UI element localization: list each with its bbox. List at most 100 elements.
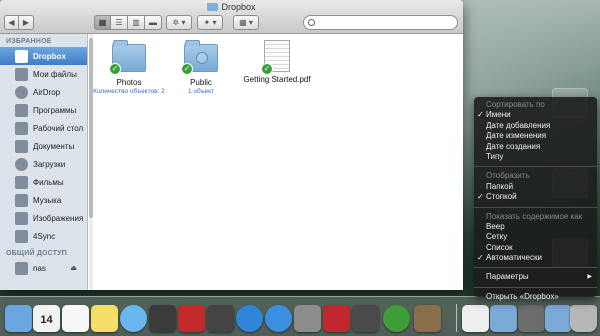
sidebar-item-label: Музыка xyxy=(33,195,62,205)
sidebar-item-dropbox[interactable]: Dropbox xyxy=(0,47,87,65)
menu-item-sort-date-added[interactable]: Дате добавления xyxy=(474,121,597,131)
sidebar-heading-shared: ОБЩИЙ ДОСТУП xyxy=(6,250,67,257)
menu-separator xyxy=(474,286,597,288)
itunes-dock-icon[interactable] xyxy=(236,305,263,332)
file-item-public[interactable]: ✓ Public 1 объект xyxy=(161,40,241,95)
search-input[interactable] xyxy=(303,15,458,30)
system-preferences-dock-icon[interactable] xyxy=(294,305,321,332)
menu-item-label: Папкой xyxy=(486,181,514,191)
all-files-icon xyxy=(15,67,28,81)
applications-folder-dock-icon[interactable] xyxy=(490,305,517,332)
photo-booth-2-dock-icon[interactable] xyxy=(323,305,350,332)
calendar-dock-icon[interactable]: 14 xyxy=(33,305,60,332)
calendar-day: 14 xyxy=(40,314,53,326)
file-item-photos[interactable]: ✓ Photos Количество объектов: 2 xyxy=(89,40,169,95)
document-dock-icon[interactable] xyxy=(462,305,489,332)
archive-dock-icon[interactable] xyxy=(414,305,441,332)
sidebar-item-movies[interactable]: Фильмы xyxy=(0,173,87,191)
dropbox-menu-button[interactable]: ✦ ▾ xyxy=(197,15,223,30)
file-info: 1 объект xyxy=(187,88,215,95)
checkmark-icon: ✓ xyxy=(477,192,484,202)
menu-item-display-stack[interactable]: ✓ Стопкой xyxy=(474,192,597,202)
dropbox-stack-dock-icon[interactable] xyxy=(518,305,545,332)
forward-button[interactable]: ▶ xyxy=(19,15,34,30)
downloads-folder-dock-icon[interactable] xyxy=(545,305,572,332)
menu-item-label: Имени xyxy=(486,110,511,120)
sidebar-item-pictures[interactable]: Изображения xyxy=(0,209,87,227)
file-name: Public xyxy=(190,78,212,87)
menu-item-label: Дате добавления xyxy=(486,120,551,130)
dropbox-icon xyxy=(15,49,28,63)
menu-separator xyxy=(474,267,597,269)
sidebar-item-4sync[interactable]: 4Sync xyxy=(0,227,87,245)
menu-item-label: Параметры xyxy=(486,272,529,282)
utorrent-dock-icon[interactable] xyxy=(383,305,410,332)
trash-dock-icon[interactable] xyxy=(570,305,597,332)
checkmark-icon: ✓ xyxy=(477,110,484,120)
menu-item-label: Стопкой xyxy=(486,192,517,202)
back-button[interactable]: ◀ xyxy=(4,15,19,30)
sidebar-item-applications[interactable]: Программы xyxy=(0,101,87,119)
sidebar-item-nas[interactable]: nas ⏏ xyxy=(0,259,87,277)
finder-dock-icon[interactable] xyxy=(5,305,32,332)
applications-icon xyxy=(15,103,28,117)
menu-item-view-fan[interactable]: Веер xyxy=(474,222,597,232)
sidebar-item-label: Загрузки xyxy=(33,159,66,169)
eject-icon[interactable]: ⏏ xyxy=(70,264,77,272)
menu-item-label: Типу xyxy=(486,151,504,161)
action-menu-button[interactable]: ✲ ▾ xyxy=(166,15,192,30)
sidebar-item-music[interactable]: Музыка xyxy=(0,191,87,209)
menu-header-view-content: Показать содержимое как xyxy=(486,211,583,221)
folder-icon: ✓ xyxy=(109,40,146,75)
facetime-dock-icon[interactable] xyxy=(149,305,176,332)
icon-view-button[interactable]: ▦ xyxy=(94,15,111,30)
sidebar-item-label: Мои файлы xyxy=(33,69,77,79)
menu-item-label: Дате изменения xyxy=(486,131,547,141)
sidebar: ИЗБРАННОЕ Dropbox Мои файлы AirDrop Прог… xyxy=(0,34,88,290)
file-area: ✓ Photos Количество объектов: 2 ✓ Public… xyxy=(93,34,463,290)
sidebar-item-downloads[interactable]: Загрузки xyxy=(0,155,87,173)
pdf-document-icon: ✓ xyxy=(261,40,290,75)
menu-item-sort-kind[interactable]: Типу xyxy=(474,152,597,162)
documents-icon xyxy=(15,139,28,153)
synced-check-icon: ✓ xyxy=(109,63,121,75)
menu-item-view-automatic[interactable]: ✓ Автоматически xyxy=(474,253,597,263)
menu-item-sort-name[interactable]: ✓ Имени xyxy=(474,110,597,120)
sidebar-item-desktop[interactable]: Рабочий стол xyxy=(0,119,87,137)
sidebar-item-label: nas xyxy=(33,263,46,273)
file-name: Photos xyxy=(116,78,142,87)
folder-icon xyxy=(207,3,219,11)
coverflow-view-button[interactable]: ▬ xyxy=(145,15,162,30)
stack-context-menu: Сортировать по ✓ Имени Дате добавления Д… xyxy=(474,97,597,301)
menu-item-options[interactable]: Параметры ▶ xyxy=(474,272,597,282)
app-store-dock-icon[interactable] xyxy=(265,305,292,332)
menu-item-label: Автоматически xyxy=(486,253,542,263)
notes-dock-icon[interactable] xyxy=(91,305,118,332)
iphoto-dock-icon[interactable] xyxy=(207,305,234,332)
sidebar-item-airdrop[interactable]: AirDrop xyxy=(0,83,87,101)
menu-item-open-dropbox[interactable]: Открыть «Dropbox» xyxy=(474,292,597,302)
finder-window: Dropbox ◀ ▶ ▦ ☰ ▥ ▬ ✲ ▾ ✦ ▾ ▦ ▾ ИЗБРАННО… xyxy=(0,0,463,290)
menu-separator xyxy=(474,166,597,168)
reminders-dock-icon[interactable] xyxy=(62,305,89,332)
file-item-getting-started[interactable]: ✓ Getting Started.pdf xyxy=(237,40,317,84)
file-info: Количество объектов: 2 xyxy=(93,88,165,95)
menu-item-display-folder[interactable]: Папкой xyxy=(474,182,597,192)
menu-item-sort-date-modified[interactable]: Дате изменения xyxy=(474,131,597,141)
public-folder-icon: ✓ xyxy=(181,40,218,75)
list-view-button[interactable]: ☰ xyxy=(111,15,128,30)
menu-item-view-list[interactable]: Список xyxy=(474,243,597,253)
sidebar-item-documents[interactable]: Документы xyxy=(0,137,87,155)
arrange-button[interactable]: ▦ ▾ xyxy=(233,15,259,30)
dock-separator xyxy=(456,304,457,332)
column-view-button[interactable]: ▥ xyxy=(128,15,145,30)
sidebar-item-label: Программы xyxy=(33,105,77,115)
menu-item-view-grid[interactable]: Сетку xyxy=(474,232,597,242)
menu-item-sort-date-created[interactable]: Дате создания xyxy=(474,142,597,152)
view-mode-buttons: ▦ ☰ ▥ ▬ xyxy=(94,15,162,30)
messages-dock-icon[interactable] xyxy=(120,305,147,332)
sidebar-item-all-files[interactable]: Мои файлы xyxy=(0,65,87,83)
vlc-dock-icon[interactable] xyxy=(352,305,379,332)
file-name: Getting Started.pdf xyxy=(243,75,311,84)
photo-booth-dock-icon[interactable] xyxy=(178,305,205,332)
